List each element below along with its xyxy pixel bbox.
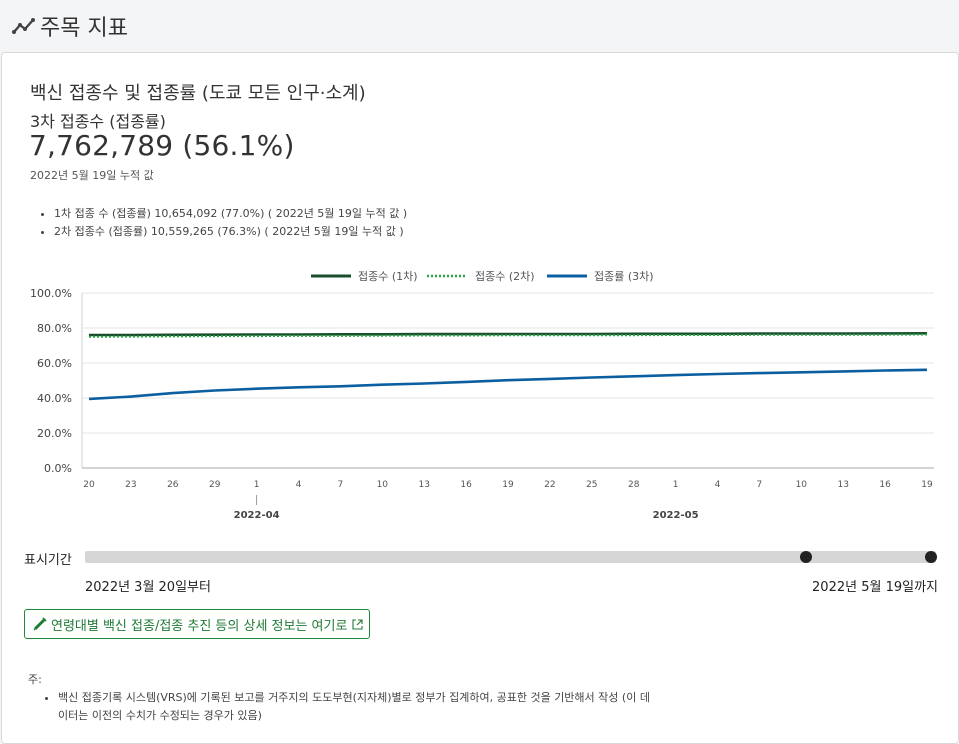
x-tick-label: 7 <box>338 480 344 490</box>
link-label: 연령대별 백신 접종/접종 추진 등의 상세 정보는 여기로 <box>51 618 348 634</box>
as-of-date: 2022년 5월 19일 누적 값 <box>30 169 154 182</box>
y-tick-label: 80.0% <box>37 322 72 335</box>
x-tick-label: 4 <box>715 480 721 490</box>
page-header: 주목 지표 <box>0 0 959 52</box>
vaccination-card: 백신 접종수 및 접종률 (도쿄 모든 인구·소계) 3차 접종수 (접종률) … <box>1 52 959 744</box>
page-title: 주목 지표 <box>40 16 128 41</box>
list-item: 백신 접종기록 시스템(VRS)에 기록된 보고를 거주지의 도도부현(지자체)… <box>58 689 658 725</box>
legend-label[interactable]: 접종률 (3차) <box>594 270 654 283</box>
x-tick-label: 7 <box>757 480 763 490</box>
x-tick-label: 26 <box>167 480 179 490</box>
summary-list: 1차 접종 수 (접종률) 10,654,092 (77.0%) ( 2022년… <box>26 205 407 241</box>
card-title: 백신 접종수 및 접종률 (도쿄 모든 인구·소계) <box>30 83 366 104</box>
vaccination-line-chart: 100.0% 80.0% 60.0% 40.0% 20.0% 0.0% 20 23 26 29 1 4… <box>30 270 934 521</box>
list-item: 2차 접종수 (접종률) 10,559,265 (76.3%) ( 2022년 … <box>54 223 407 241</box>
range-start-label: 2022년 3월 20일부터 <box>85 580 211 595</box>
big-value: 7,762,789 (56.1%) <box>29 129 295 162</box>
syringe-icon <box>33 617 47 631</box>
range-slider-start-handle[interactable] <box>800 551 812 563</box>
x-tick-label: 28 <box>628 480 640 490</box>
legend-label[interactable]: 접종수 (1차) <box>358 270 418 283</box>
age-detail-link[interactable]: 연령대별 백신 접종/접종 추진 등의 상세 정보는 여기로 <box>24 609 370 639</box>
x-tick-label: 19 <box>502 480 514 490</box>
external-link-icon <box>352 618 363 630</box>
series-line <box>88 368 928 401</box>
x-tick-label: 16 <box>460 480 472 490</box>
x-tick-label: 19 <box>921 480 933 490</box>
y-tick-label: 40.0% <box>37 392 72 405</box>
x-tick-label: 20 <box>83 480 95 490</box>
x-tick-label: 13 <box>837 480 848 490</box>
x-tick-label: 23 <box>125 480 136 490</box>
list-item: 1차 접종 수 (접종률) 10,654,092 (77.0%) ( 2022년… <box>54 205 407 223</box>
month-label: 2022-05 <box>653 510 699 521</box>
month-label: 2022-04 <box>234 510 280 521</box>
notes-title: 주: <box>28 673 42 686</box>
range-label: 표시기간 <box>24 553 72 568</box>
trend-line-icon <box>12 18 35 34</box>
x-tick-label: 10 <box>377 480 389 490</box>
x-tick-label: 4 <box>296 480 302 490</box>
x-tick-label: 25 <box>586 480 597 490</box>
notes-list: 백신 접종기록 시스템(VRS)에 기록된 보고를 거주지의 도도부현(지자체)… <box>28 689 658 725</box>
x-tick-label: 1 <box>673 480 679 490</box>
y-tick-label: 0.0% <box>44 462 72 475</box>
legend-label[interactable]: 접종수 (2차) <box>475 270 535 283</box>
y-tick-label: 20.0% <box>37 427 72 440</box>
y-tick-label: 100.0% <box>30 287 72 300</box>
y-tick-label: 60.0% <box>37 357 72 370</box>
x-tick-label: 16 <box>879 480 891 490</box>
x-tick-label: 22 <box>544 480 555 490</box>
x-tick-label: 13 <box>418 480 429 490</box>
x-tick-label: 10 <box>796 480 808 490</box>
x-tick-label: 29 <box>209 480 221 490</box>
range-slider-end-handle[interactable] <box>925 551 937 563</box>
range-end-label: 2022년 5월 19일까지 <box>812 580 938 595</box>
x-tick-label: 1 <box>254 480 260 490</box>
